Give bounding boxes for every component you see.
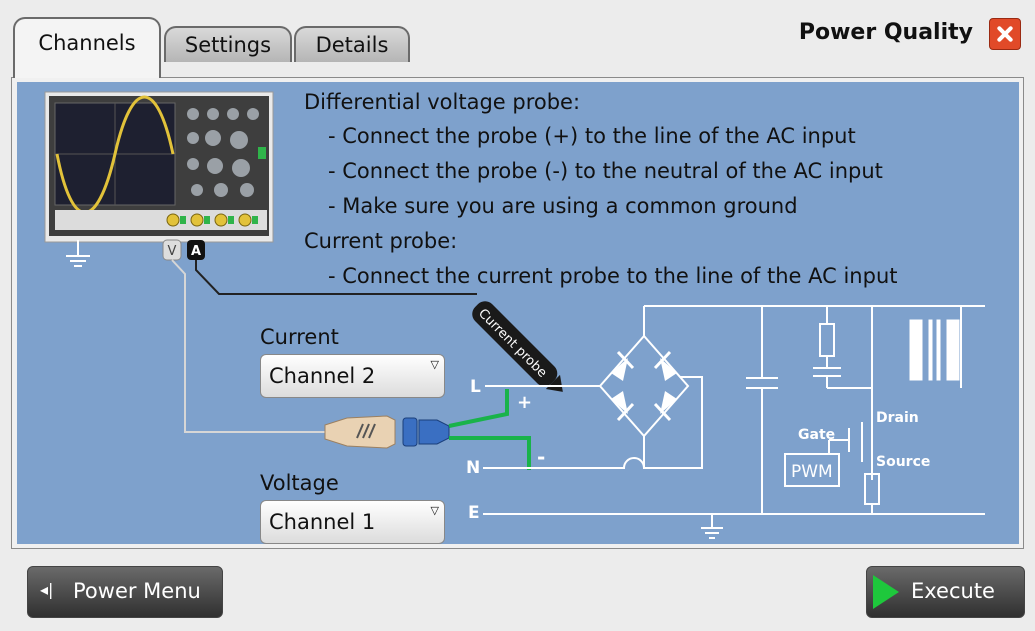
differential-probe-icon xyxy=(324,415,450,449)
current-probe-label: Current probe xyxy=(475,306,550,381)
content-panel: V A Current probe + - L N E PWM Gate Dra… xyxy=(11,77,1024,549)
power-menu-button[interactable]: ◂| Power Menu xyxy=(27,566,223,618)
wiring-diagram: V A Current probe + - L N E PWM Gate Dra… xyxy=(44,91,985,539)
line-e-label: E xyxy=(468,503,480,523)
window-title: Power Quality xyxy=(798,20,973,45)
execute-label: Execute xyxy=(911,579,995,603)
v-marker-label: V xyxy=(168,244,177,259)
close-icon[interactable] xyxy=(989,18,1021,50)
source-label: Source xyxy=(876,454,930,470)
dropdown-arrow-icon: ▽ xyxy=(430,504,439,517)
current-channel-value: Channel 2 xyxy=(269,364,376,388)
instruction-heading-voltage: Differential voltage probe: xyxy=(304,90,581,114)
pwm-label: PWM xyxy=(791,462,833,482)
oscilloscope-icon xyxy=(44,91,274,243)
instruction-line: - Make sure you are using a common groun… xyxy=(328,194,798,218)
voltage-label: Voltage xyxy=(260,471,339,495)
power-menu-label: Power Menu xyxy=(73,579,201,603)
execute-button[interactable]: Execute xyxy=(866,566,1025,618)
current-channel-select[interactable]: Channel 2 ▽ xyxy=(260,354,445,398)
voltage-channel-value: Channel 1 xyxy=(269,510,376,534)
voltage-channel-select[interactable]: Channel 1 ▽ xyxy=(260,500,445,544)
back-arrow-icon: ◂| xyxy=(40,580,54,599)
plus-label: + xyxy=(517,392,532,413)
dropdown-arrow-icon: ▽ xyxy=(430,358,439,371)
instruction-line: - Connect the probe (+) to the line of t… xyxy=(328,124,856,148)
ground-icon xyxy=(66,240,90,267)
tab-settings[interactable]: Settings xyxy=(164,26,292,62)
drain-label: Drain xyxy=(876,410,919,426)
tab-details[interactable]: Details xyxy=(294,26,410,62)
line-l-label: L xyxy=(470,377,481,397)
instruction-line: - Connect the probe (-) to the neutral o… xyxy=(328,159,883,183)
play-icon xyxy=(873,575,899,609)
minus-label: - xyxy=(537,445,545,469)
wiring-diagram-area: V A Current probe + - L N E PWM Gate Dra… xyxy=(17,82,1019,544)
instruction-heading-current: Current probe: xyxy=(304,229,458,253)
instruction-line: - Connect the current probe to the line … xyxy=(328,264,898,288)
gate-label: Gate xyxy=(798,427,835,443)
a-marker-label: A xyxy=(191,244,201,259)
current-label: Current xyxy=(260,325,339,349)
tab-channels[interactable]: Channels xyxy=(13,17,161,78)
current-probe-icon: Current probe xyxy=(472,301,563,392)
line-n-label: N xyxy=(466,458,480,478)
tab-bar: Channels Settings Details Power Quality xyxy=(0,0,1035,78)
